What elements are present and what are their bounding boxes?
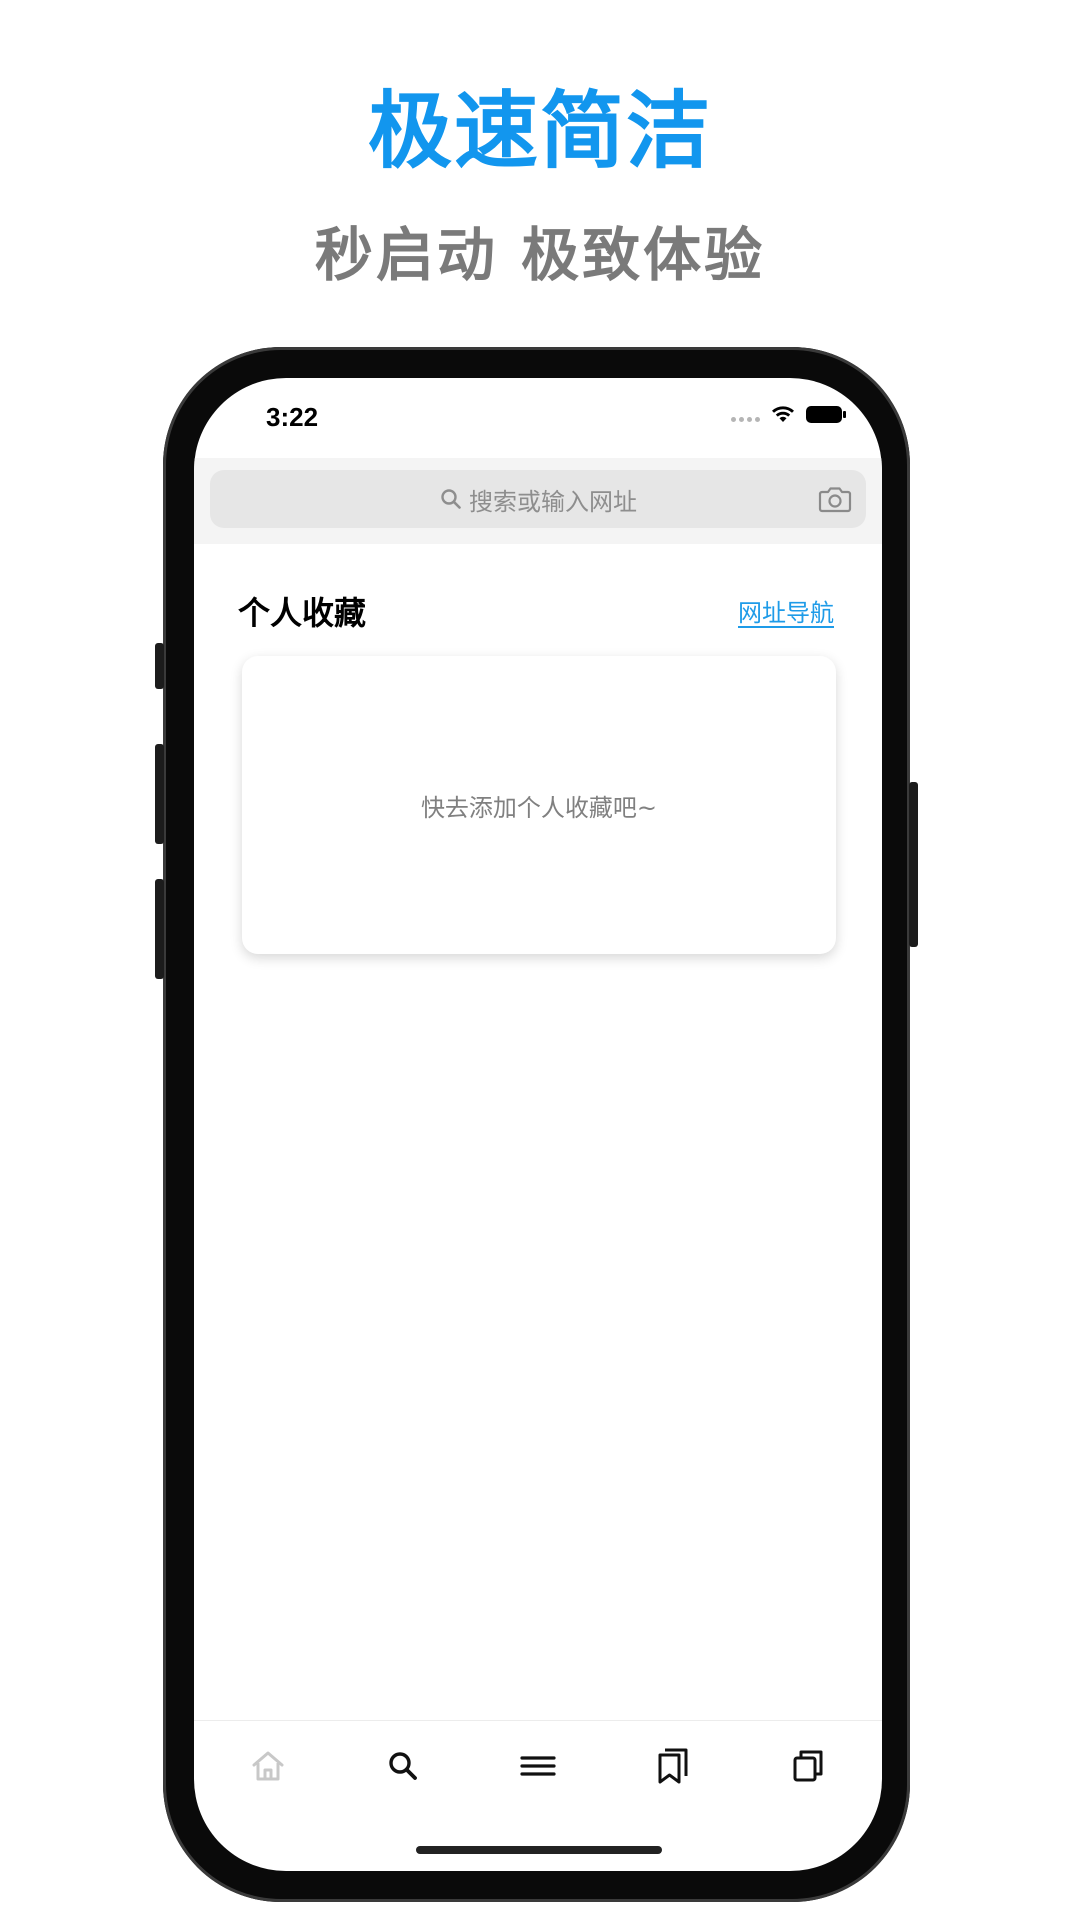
promo-page: 极速简洁 秒启动 极致体验 3:22 搜索或输入网址 个人收藏 网址导航 快去添…: [0, 0, 1080, 1920]
cellular-signal-icon: [731, 416, 760, 422]
phone-screen: 3:22 搜索或输入网址 个人收藏 网址导航 快去添加个人收藏吧~: [194, 378, 882, 1871]
favorites-title: 个人收藏: [238, 594, 367, 632]
wifi-icon: [772, 406, 794, 422]
phone-volume-down: [155, 879, 164, 979]
url-navigation-link[interactable]: 网址导航: [738, 593, 834, 628]
camera-icon[interactable]: [818, 483, 852, 515]
promo-subheadline: 秒启动 极致体验: [314, 221, 766, 289]
phone-volume-up: [155, 744, 164, 844]
search-icon: [441, 489, 461, 509]
search-icon: [389, 1751, 417, 1780]
status-icons: [731, 404, 846, 424]
phone-mute-switch: [155, 643, 164, 689]
battery-icon: [806, 405, 846, 423]
status-bar: 3:22: [194, 378, 882, 458]
tab-home[interactable]: [233, 1731, 303, 1801]
phone-power-button: [909, 782, 918, 947]
tab-search[interactable]: [368, 1731, 438, 1801]
search-input[interactable]: 搜索或输入网址: [210, 470, 866, 528]
home-indicator[interactable]: [416, 1846, 662, 1854]
favorites-empty-message: 快去添加个人收藏吧~: [420, 793, 658, 822]
tab-menu[interactable]: [503, 1731, 573, 1801]
bookmarks-icon: [658, 1748, 688, 1783]
status-time: 3:22: [266, 402, 319, 432]
search-placeholder-group: 搜索或输入网址: [210, 470, 866, 528]
tab-windows[interactable]: [773, 1731, 843, 1801]
menu-icon: [520, 1755, 556, 1776]
tab-bookmarks[interactable]: [638, 1731, 708, 1801]
home-icon: [252, 1751, 284, 1780]
promo-headline: 极速简洁: [367, 82, 712, 180]
tabs-icon: [793, 1750, 823, 1781]
search-area: 搜索或输入网址: [194, 458, 882, 544]
search-placeholder: 搜索或输入网址: [469, 487, 637, 516]
bottom-tab-bar: [194, 1720, 882, 1810]
favorites-empty-card: 快去添加个人收藏吧~: [242, 656, 836, 954]
